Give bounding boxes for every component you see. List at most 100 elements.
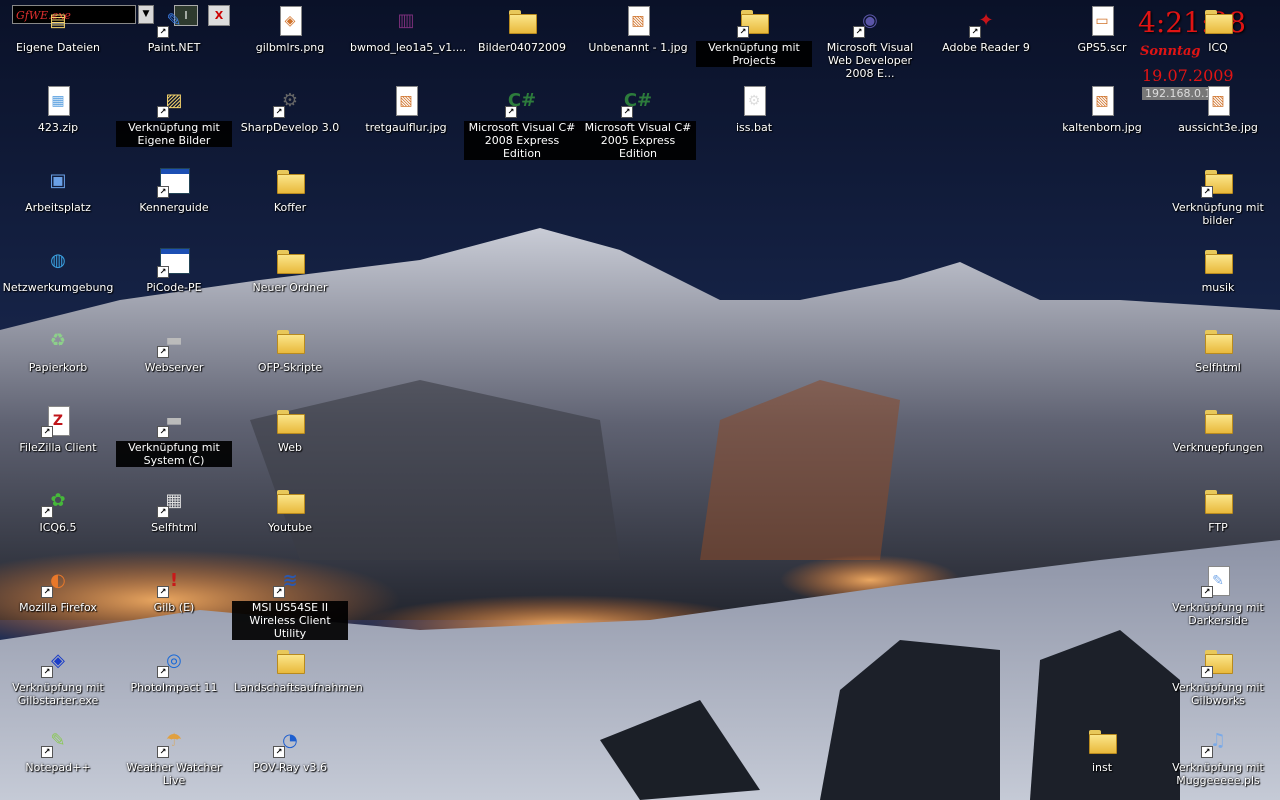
desktop-icon-label: Selfhtml [151,521,197,534]
desktop-icon[interactable]: ✎ ↗ Notepad++ [0,724,116,800]
desktop-icon-label: Verknüpfung mit System (C) [116,441,232,467]
desktop-icon[interactable]: ↗ PiCode-PE [116,244,232,320]
desktop-icon-label: Gilb (E) [153,601,195,614]
recycle-bin-icon: ♻ [49,330,67,351]
desktop-icon[interactable]: ▦ 423.zip [0,84,116,160]
desktop-icon[interactable]: ▨ ↗ Verknüpfung mit Eigene Bilder [116,84,232,160]
desktop-icon[interactable]: ☂ ↗ Weather Watcher Live [116,724,232,800]
desktop-icon[interactable]: ▭ GPS5.scr [1044,4,1160,80]
desktop-icon[interactable]: ▬ ↗ Webserver [116,324,232,400]
desktop-icon-label: Netzwerkumgebung [2,281,114,294]
desktop-icon[interactable]: ✎ ↗ Paint.NET [116,4,232,80]
desktop-icon[interactable]: ✦ ↗ Adobe Reader 9 [928,4,1044,80]
desktop-icon[interactable]: ◈ gilbmlrs.png [232,4,348,80]
desktop-icon[interactable]: ▤ Eigene Dateien [0,4,116,80]
folder-icon [273,484,307,518]
desktop-icon[interactable]: Neuer Ordner [232,244,348,320]
desktop-icon[interactable]: ▧ tretgaulflur.jpg [348,84,464,160]
jpg-file-icon: ▧ [389,84,423,118]
desktop-icon[interactable]: ICQ [1160,4,1276,80]
desktop-icon[interactable]: ▧ kaltenborn.jpg [1044,84,1160,160]
desktop-icon-label: iss.bat [735,121,773,134]
desktop-icon[interactable]: ↗ Verknüpfung mit bilder [1160,164,1276,240]
desktop-icon[interactable]: FTP [1160,484,1276,560]
desktop-icon[interactable]: Bilder04072009 [464,4,580,80]
desktop-icon[interactable]: Koffer [232,164,348,240]
desktop-icon[interactable]: ≋ ↗ MSI US54SE II Wireless Client Utility [232,564,348,640]
desktop-icon[interactable]: ♫ ↗ Verknüpfung mit Muggeeeee.pls [1160,724,1276,800]
folder-icon [1201,404,1235,438]
desktop-icon[interactable]: ◈ ↗ Verknüpfung mit Gilbstarter.exe [0,644,116,720]
desktop-icon[interactable]: C# ↗ Microsoft Visual C# 2005 Express Edit… [580,84,696,160]
desktop-icon[interactable]: Verknuepfungen [1160,404,1276,480]
desktop-icon[interactable]: ↗ Verknüpfung mit Gilbworks [1160,644,1276,720]
desktop-icon-label: 423.zip [37,121,79,134]
desktop-icon[interactable]: inst [1044,724,1160,800]
desktop-icon[interactable]: Web [232,404,348,480]
window-shortcut-icon: ↗ [157,164,191,198]
icq-flower-icon: ✿ ↗ [41,484,75,518]
desktop-icon-label: Youtube [268,521,312,534]
desktop-icon[interactable]: Selfhtml [1160,324,1276,400]
desktop-icon[interactable]: ▧ aussicht3e.jpg [1160,84,1276,160]
desktop-icon[interactable]: ◉ ↗ Microsoft Visual Web Developer 2008 E.… [812,4,928,80]
desktop-icon[interactable]: ▦ ↗ Selfhtml [116,484,232,560]
desktop-icon-label: musik [1201,281,1235,294]
msi-wireless-icon: ≋ ↗ [273,564,307,598]
shortcut-arrow-icon: ↗ [157,346,169,358]
csharp-icon: C# ↗ [621,84,655,118]
desktop-icon[interactable]: musik [1160,244,1276,320]
desktop-icon-label: Bilder04072009 [478,41,566,54]
desktop-icon[interactable]: ! ↗ Gilb (E) [116,564,232,640]
app-shortcut-icon: ◈ ↗ [41,644,75,678]
desktop-icon[interactable]: ✎ ↗ Verknüpfung mit Darkerside [1160,564,1276,640]
shortcut-arrow-icon: ↗ [621,106,633,118]
shortcut-arrow-icon: ↗ [157,26,169,38]
desktop-icon[interactable]: ◐ ↗ Mozilla Firefox [0,564,116,640]
folder-icon [1201,244,1235,278]
desktop-icon[interactable]: OFP-Skripte [232,324,348,400]
shortcut-arrow-icon: ↗ [505,106,517,118]
desktop-icon-label: Verknuepfungen [1172,441,1264,454]
shortcut-arrow-icon: ↗ [273,586,285,598]
desktop-icon[interactable]: ▣ Arbeitsplatz [0,164,116,240]
desktop-icon[interactable]: ◎ ↗ PhotoImpact 11 [116,644,232,720]
desktop-icon[interactable]: ⚙ iss.bat [696,84,812,160]
desktop-icon-label: Landschaftsaufnahmen [234,681,363,694]
desktop-icon-label: Verknüpfung mit bilder [1172,201,1264,227]
firefox-icon: ◐ ↗ [41,564,75,598]
folder-icon [273,164,307,198]
desktop-icon[interactable]: ▥ bwmod_leo1a5_v1.... [348,4,466,80]
desktop-icon[interactable]: ▧ Unbenannt - 1.jpg [580,4,696,80]
desktop-icon[interactable]: ◍ Netzwerkumgebung [0,244,116,320]
desktop-icon[interactable]: C# ↗ Microsoft Visual C# 2008 Express Edit… [464,84,580,160]
desktop-icon[interactable]: ↗ Verknüpfung mit Projects [696,4,812,80]
desktop-icon[interactable]: ◔ ↗ POV-Ray v3.6 [232,724,348,800]
my-computer-icon: ▣ [49,170,67,191]
desktop-icon[interactable]: Youtube [232,484,348,560]
jpg-file-icon: ▧ [621,4,655,38]
shortcut-arrow-icon: ↗ [157,746,169,758]
desktop-icon-label: SharpDevelop 3.0 [240,121,340,134]
shortcut-arrow-icon: ↗ [969,26,981,38]
desktop-icon-label: tretgaulflur.jpg [365,121,447,134]
desktop-icon[interactable]: ⚙ ↗ SharpDevelop 3.0 [232,84,348,160]
png-file-icon: ◈ [273,4,307,38]
desktop-icon[interactable]: Landschaftsaufnahmen [232,644,363,720]
desktop-icon[interactable]: ▬ ↗ Verknüpfung mit System (C) [116,404,232,480]
desktop-icon-label: Microsoft Visual Web Developer 2008 E... [826,41,914,80]
desktop-icon[interactable]: Z ↗ FileZilla Client [0,404,116,480]
desktop-icon[interactable]: ✿ ↗ ICQ6.5 [0,484,116,560]
desktop-icon-label: Eigene Dateien [15,41,101,54]
desktop-icon-label: Web [278,441,302,454]
desktop-icon-label: Microsoft Visual C# 2005 Express Edition [580,121,696,160]
adobe-reader-icon: ✦ ↗ [969,4,1003,38]
desktop-icon-label: Paint.NET [147,41,201,54]
desktop-icon[interactable]: ↗ Kennerguide [116,164,232,240]
jpg-file-icon: ▧ [1201,84,1235,118]
sharpdevelop-icon: ⚙ ↗ [273,84,307,118]
folder-icon [273,244,307,278]
desktop-icon-label: MSI US54SE II Wireless Client Utility [232,601,348,640]
desktop-icon-label: FileZilla Client [19,441,97,454]
desktop-icon[interactable]: ♻ Papierkorb [0,324,116,400]
